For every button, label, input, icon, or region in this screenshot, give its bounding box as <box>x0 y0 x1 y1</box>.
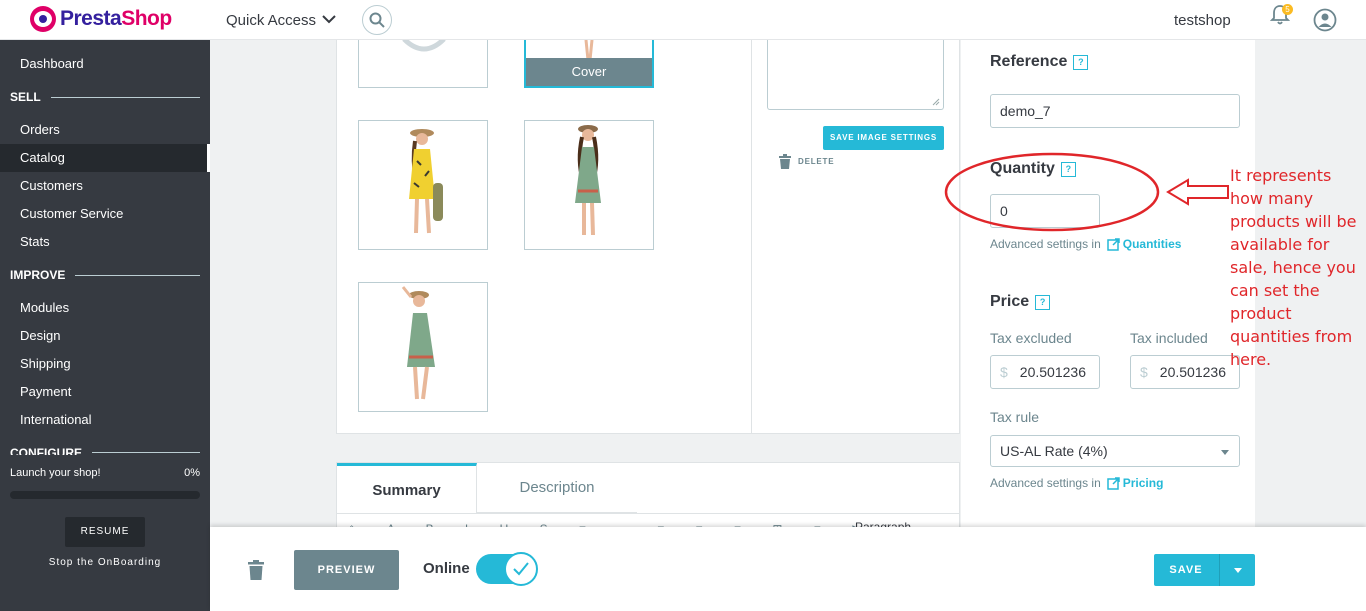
sidebar-item-dashboard[interactable]: Dashboard <box>0 50 210 78</box>
reference-input[interactable]: demo_7 <box>990 94 1240 128</box>
sidebar-section-sell: SELL <box>10 90 200 104</box>
puffin-logo-icon <box>30 6 56 32</box>
quick-access-label: Quick Access <box>226 12 317 29</box>
sidebar-item-customers[interactable]: Customers <box>0 172 210 200</box>
price-tax-excluded-value: 20.501236 <box>1019 364 1086 380</box>
product-image-thumbnail[interactable] <box>358 282 488 412</box>
sidebar-section-configure: CONFIGURE <box>10 446 200 455</box>
sidebar-item-payment[interactable]: Payment <box>0 378 210 406</box>
notification-badge: 5 <box>1282 4 1293 15</box>
sidebar-item-catalog[interactable]: Catalog <box>0 144 210 172</box>
currency-symbol: $ <box>1000 364 1008 380</box>
sidebar-item-modules[interactable]: Modules <box>0 294 210 322</box>
search-button[interactable] <box>362 5 392 35</box>
annotation-ellipse-and-arrow <box>944 152 1229 232</box>
tab-summary[interactable]: Summary <box>337 463 477 513</box>
search-icon <box>369 12 385 28</box>
prestashop-logo[interactable]: PrestaShop <box>30 6 172 32</box>
trash-icon <box>779 154 791 169</box>
top-bar: PrestaShop Quick Access testshop 5 <box>0 0 1366 40</box>
sidebar-item-international[interactable]: International <box>0 406 210 434</box>
delete-product-button[interactable] <box>248 560 264 585</box>
external-link-icon <box>1107 476 1120 490</box>
save-label: SAVE <box>1169 564 1203 576</box>
sidebar-item-customer-service[interactable]: Customer Service <box>0 200 210 228</box>
resize-handle-icon <box>932 98 940 106</box>
sidebar: Dashboard SELL Orders Catalog Customers … <box>0 40 210 611</box>
product-image-thumbnail[interactable] <box>358 120 488 250</box>
sidebar-item-shipping[interactable]: Shipping <box>0 350 210 378</box>
shop-name-link[interactable]: testshop <box>1174 12 1231 29</box>
product-image-thumbnail[interactable] <box>524 120 654 250</box>
account-button[interactable] <box>1313 8 1337 37</box>
sidebar-item-orders[interactable]: Orders <box>0 116 210 144</box>
annotation-note: It represents how many products will be … <box>1230 166 1357 369</box>
pricing-advanced-settings: Advanced settings in Pricing <box>990 476 1164 490</box>
currency-symbol: $ <box>1140 364 1148 380</box>
user-account-icon <box>1313 8 1337 32</box>
tax-rule-select[interactable]: US-AL Rate (4%) <box>990 435 1240 467</box>
logo-text-presta: Presta <box>60 7 122 30</box>
price-label: Price ? <box>990 293 1051 311</box>
model-photo-image <box>409 129 443 234</box>
chevron-down-icon <box>322 15 336 24</box>
help-icon[interactable]: ? <box>1035 294 1051 310</box>
images-divider <box>751 0 752 434</box>
cover-label: Cover <box>526 58 652 86</box>
sidebar-item-stats[interactable]: Stats <box>0 228 210 256</box>
model-photo-image <box>575 125 601 236</box>
preview-button[interactable]: PREVIEW <box>294 550 399 590</box>
price-tax-included-input[interactable]: $20.501236 <box>1130 355 1240 389</box>
tax-excluded-label: Tax excluded <box>990 330 1072 346</box>
tax-rule-label: Tax rule <box>990 409 1040 425</box>
sidebar-section-improve: IMPROVE <box>10 268 200 282</box>
notifications-button[interactable]: 5 <box>1269 4 1293 31</box>
tax-rule-value: US-AL Rate (4%) <box>1000 443 1108 459</box>
save-button[interactable]: SAVE <box>1154 554 1255 586</box>
resume-button[interactable]: RESUME <box>65 517 145 547</box>
image-caption-textarea[interactable] <box>767 30 944 110</box>
online-toggle[interactable] <box>476 552 538 586</box>
stop-onboarding-link[interactable]: Stop the OnBoarding <box>0 557 210 568</box>
caret-down-icon <box>1221 450 1229 455</box>
footer-action-bar: PREVIEW Online SAVE <box>210 527 1366 611</box>
save-dropdown-toggle[interactable] <box>1219 554 1255 586</box>
pricing-link[interactable]: Pricing <box>1107 476 1163 490</box>
launch-progress-bar <box>10 491 200 499</box>
quick-access-dropdown[interactable]: Quick Access <box>226 12 336 29</box>
checkmark-icon <box>513 562 529 576</box>
reference-label: Reference ? <box>990 53 1089 71</box>
tab-description[interactable]: Description <box>477 463 637 513</box>
help-icon[interactable]: ? <box>1073 54 1089 70</box>
tax-included-label: Tax included <box>1130 330 1208 346</box>
toggle-knob <box>504 552 538 586</box>
price-tax-included-value: 20.501236 <box>1159 364 1226 380</box>
price-tax-excluded-input[interactable]: $20.501236 <box>990 355 1100 389</box>
sidebar-item-design[interactable]: Design <box>0 322 210 350</box>
launch-percent: 0% <box>184 467 200 479</box>
online-label: Online <box>423 560 470 577</box>
trash-icon <box>248 560 264 580</box>
launch-shop-progress-label: Launch your shop! 0% <box>10 467 200 479</box>
logo-text-shop: Shop <box>121 7 172 30</box>
save-image-settings-button[interactable]: SAVE IMAGE SETTINGS <box>823 126 944 150</box>
delete-image-link[interactable]: DELETE <box>779 154 834 169</box>
description-tabs-card: Summary Description ◇ A B I U S ■ ∞ ≡ ≡ … <box>336 462 960 536</box>
model-photo-image <box>401 286 435 400</box>
